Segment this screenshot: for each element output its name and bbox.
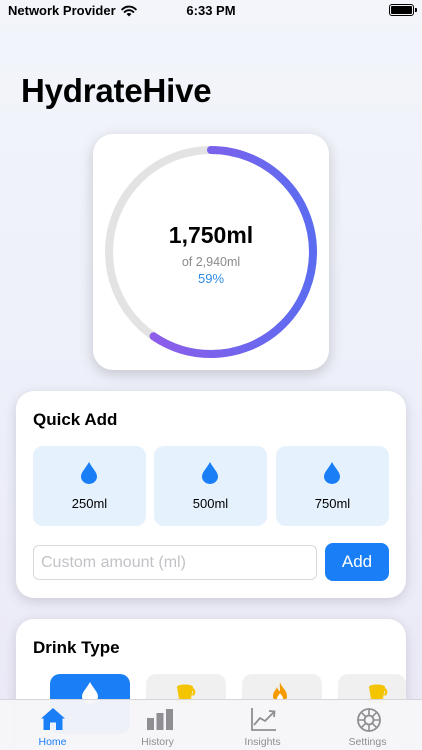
quick-add-label: 750ml bbox=[314, 496, 351, 511]
quick-add-750-button[interactable]: 750ml bbox=[276, 446, 389, 526]
progress-center: 1,750ml of 2,940ml 59% bbox=[93, 222, 329, 286]
tab-label: Home bbox=[38, 736, 67, 748]
consumed-amount: 1,750ml bbox=[168, 222, 254, 248]
status-time: 6:33 PM bbox=[186, 3, 236, 18]
goal-amount: of 2,940ml bbox=[181, 255, 241, 269]
water-drop-icon bbox=[202, 462, 218, 484]
tab-history[interactable]: History bbox=[105, 700, 210, 750]
custom-amount-input[interactable] bbox=[33, 545, 317, 580]
app-title: HydrateHive bbox=[21, 72, 212, 109]
line-chart-icon bbox=[251, 708, 276, 731]
tab-label: Settings bbox=[348, 736, 387, 748]
tab-settings[interactable]: Settings bbox=[315, 700, 420, 750]
water-drop-icon bbox=[81, 462, 97, 484]
house-icon bbox=[41, 708, 65, 730]
tab-insights[interactable]: Insights bbox=[210, 700, 315, 750]
tab-label: Insights bbox=[244, 736, 281, 748]
tab-bar: Home History Insights Settings bbox=[0, 699, 422, 750]
battery-icon bbox=[389, 4, 417, 16]
quick-add-250-button[interactable]: 250ml bbox=[33, 446, 146, 526]
status-bar: Network Provider 6:33 PM bbox=[0, 0, 422, 22]
tab-home[interactable]: Home bbox=[0, 700, 105, 750]
quick-add-label: 250ml bbox=[71, 496, 108, 511]
quick-add-card: Quick Add 250ml 500ml 750ml Add bbox=[16, 391, 406, 598]
water-drop-icon bbox=[324, 462, 340, 484]
quick-add-label: 500ml bbox=[192, 496, 229, 511]
progress-percent: 59% bbox=[197, 271, 225, 286]
quick-add-500-button[interactable]: 500ml bbox=[154, 446, 267, 526]
add-button[interactable]: Add bbox=[325, 543, 389, 581]
tab-label: History bbox=[141, 736, 174, 748]
quick-add-title: Quick Add bbox=[33, 410, 118, 429]
bar-chart-icon bbox=[147, 709, 173, 730]
drink-type-title: Drink Type bbox=[33, 638, 120, 657]
progress-card: 1,750ml of 2,940ml 59% bbox=[93, 134, 329, 370]
gear-icon bbox=[357, 708, 381, 732]
